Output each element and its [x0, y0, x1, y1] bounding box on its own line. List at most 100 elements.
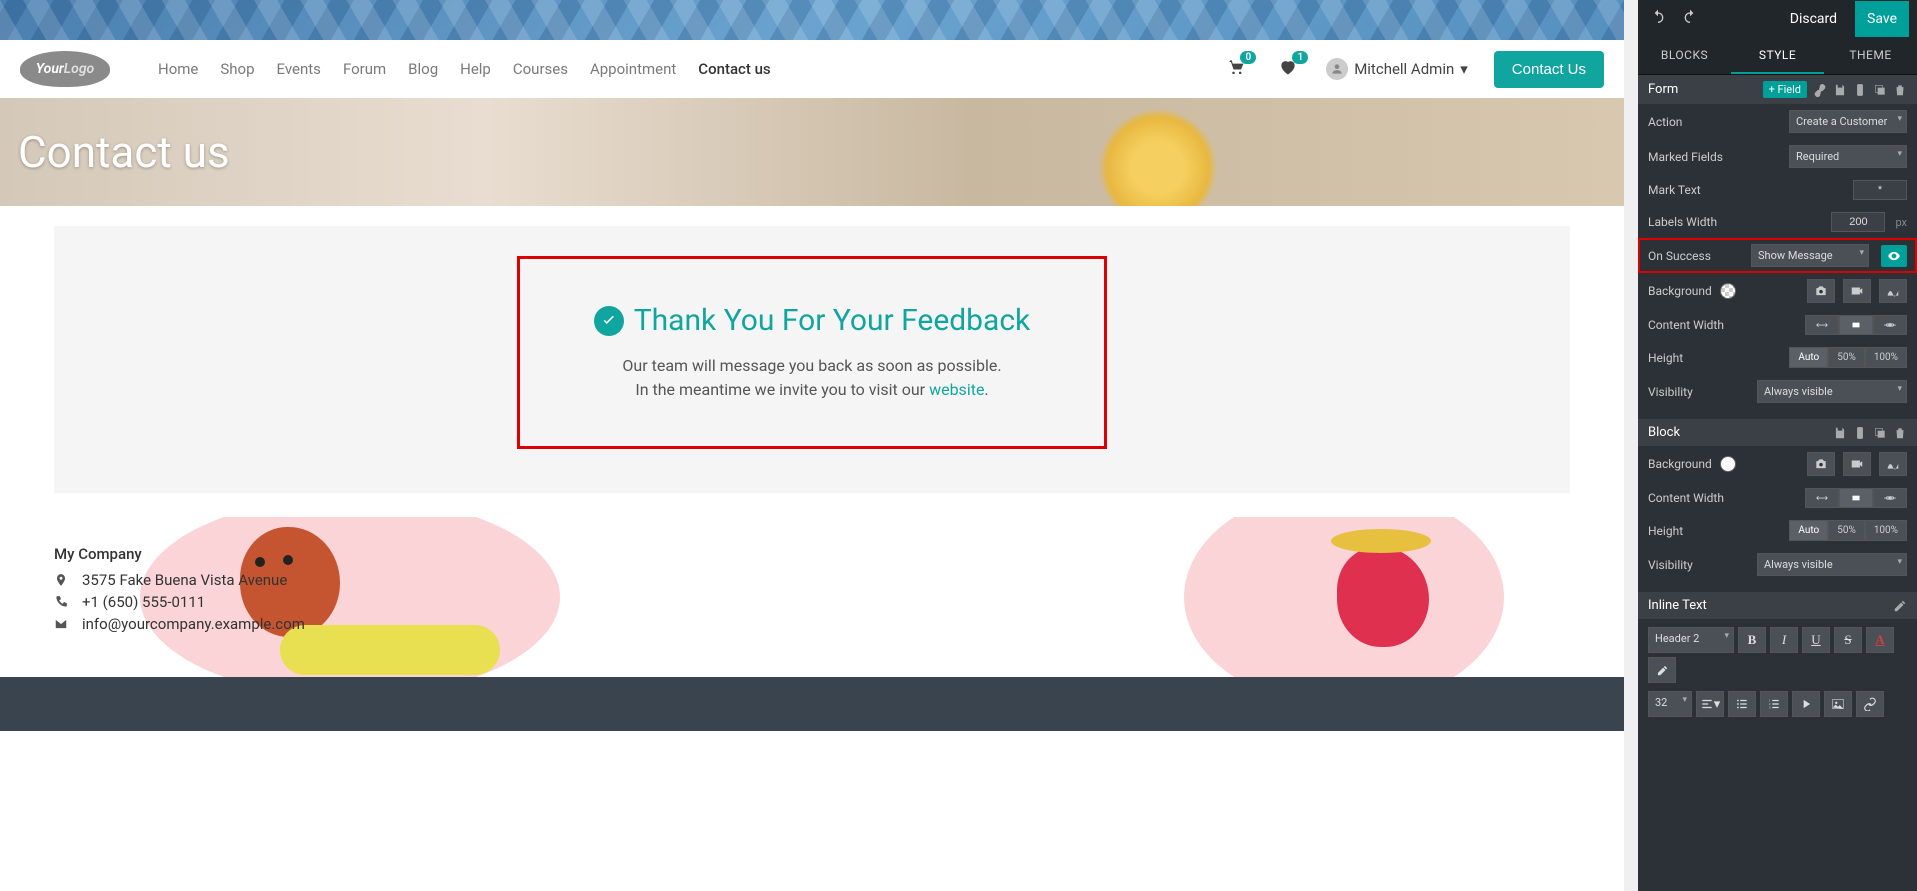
label-block-visibility: Visibility — [1648, 558, 1749, 572]
width-narrow-button[interactable] — [1805, 315, 1839, 335]
bg-image-button[interactable] — [1807, 279, 1835, 303]
strikethrough-button[interactable]: S — [1834, 627, 1862, 653]
block-bg-image-button[interactable] — [1807, 452, 1835, 476]
undo-button[interactable] — [1646, 5, 1670, 33]
input-labels-width[interactable] — [1831, 212, 1885, 232]
ordered-list-button[interactable]: 123 — [1760, 691, 1788, 717]
select-form-visibility[interactable]: Always visible — [1757, 380, 1907, 403]
trash-icon[interactable] — [1893, 83, 1907, 97]
nav-help[interactable]: Help — [460, 60, 491, 78]
mobile-icon[interactable] — [1853, 83, 1867, 97]
highlight-button[interactable] — [1648, 657, 1676, 683]
input-mark-text[interactable] — [1853, 180, 1907, 200]
block-height-50-button[interactable]: 50% — [1828, 520, 1865, 541]
block-width-narrow-button[interactable] — [1805, 488, 1839, 508]
insert-image-button[interactable] — [1824, 691, 1852, 717]
user-avatar-icon — [1326, 58, 1348, 80]
block-bg-shape-button[interactable] — [1879, 452, 1907, 476]
site-logo[interactable]: YourLogo — [20, 51, 110, 87]
form-content-width-toggles — [1805, 315, 1907, 335]
block-background-swatch[interactable] — [1720, 456, 1736, 472]
link-icon-tb — [1863, 697, 1877, 711]
nav-courses[interactable]: Courses — [513, 60, 568, 78]
select-on-success[interactable]: Show Message — [1751, 244, 1869, 267]
save-block-icon-2[interactable] — [1833, 426, 1847, 440]
height-100-button[interactable]: 100% — [1865, 347, 1907, 368]
select-block-visibility[interactable]: Always visible — [1757, 553, 1907, 576]
align-button[interactable]: ▾ — [1696, 691, 1724, 717]
section-header-block: Block — [1638, 419, 1917, 446]
nav-contactus[interactable]: Contact us — [698, 60, 770, 78]
section-form-title: Form — [1648, 82, 1678, 97]
link-icon[interactable] — [1813, 83, 1827, 97]
hero-banner — [0, 0, 1624, 40]
copy-icon[interactable] — [1873, 83, 1887, 97]
width-full-button[interactable] — [1873, 315, 1907, 335]
width-boxed-button[interactable] — [1839, 315, 1873, 335]
bg-video-button[interactable] — [1843, 279, 1871, 303]
form-block[interactable]: Thank You For Your Feedback Our team wil… — [54, 226, 1570, 493]
edit-icon[interactable] — [1893, 599, 1907, 613]
select-marked-fields[interactable]: Required — [1789, 145, 1907, 168]
user-menu[interactable]: Mitchell Admin ▾ — [1326, 58, 1468, 80]
video-icon — [1850, 457, 1864, 471]
contact-us-button[interactable]: Contact Us — [1494, 51, 1604, 88]
video-icon — [1850, 284, 1864, 298]
save-block-icon[interactable] — [1833, 83, 1847, 97]
unordered-list-button[interactable] — [1728, 691, 1756, 717]
canvas-scrollbar[interactable] — [1624, 0, 1638, 891]
align-icon — [1700, 697, 1714, 711]
nav-home[interactable]: Home — [158, 60, 198, 78]
envelope-icon — [54, 617, 68, 631]
mobile-icon-2[interactable] — [1853, 426, 1867, 440]
success-line2-pre: In the meantime we invite you to visit o… — [635, 380, 929, 399]
media-button[interactable] — [1792, 691, 1820, 717]
label-form-height: Height — [1648, 351, 1781, 365]
success-title[interactable]: Thank You For Your Feedback — [594, 303, 1031, 338]
caret-down-icon: ▾ — [1460, 60, 1468, 78]
nav-forum[interactable]: Forum — [343, 60, 386, 78]
select-font-size[interactable]: 32 — [1648, 691, 1692, 717]
success-message-box[interactable]: Thank You For Your Feedback Our team wil… — [517, 256, 1107, 449]
underline-button[interactable]: U — [1802, 627, 1830, 653]
save-button[interactable]: Save — [1855, 1, 1909, 37]
cart-button[interactable]: 0 — [1226, 57, 1246, 81]
nav-appointment[interactable]: Appointment — [590, 60, 676, 78]
nav-blog[interactable]: Blog — [408, 60, 438, 78]
bold-button[interactable]: B — [1738, 627, 1766, 653]
italic-button[interactable]: I — [1770, 627, 1798, 653]
redo-button[interactable] — [1678, 5, 1702, 33]
tab-style[interactable]: STYLE — [1731, 38, 1824, 74]
block-width-boxed-button[interactable] — [1839, 488, 1873, 508]
nav-events[interactable]: Events — [277, 60, 321, 78]
block-height-100-button[interactable]: 100% — [1865, 520, 1907, 541]
block-bg-video-button[interactable] — [1843, 452, 1871, 476]
website-canvas[interactable]: YourLogo Home Shop Events Forum Blog Hel… — [0, 0, 1624, 891]
form-background-swatch[interactable] — [1720, 283, 1736, 299]
block-width-full-button[interactable] — [1873, 488, 1907, 508]
preview-message-button[interactable] — [1881, 245, 1907, 267]
label-form-content-width: Content Width — [1648, 318, 1797, 332]
wishlist-button[interactable]: 1 — [1278, 57, 1298, 81]
page-header: Contact us — [0, 98, 1624, 206]
tab-blocks[interactable]: BLOCKS — [1638, 38, 1731, 74]
trash-icon-2[interactable] — [1893, 426, 1907, 440]
nav-shop[interactable]: Shop — [220, 60, 254, 78]
tab-theme[interactable]: THEME — [1824, 38, 1917, 74]
check-circle-icon — [594, 306, 624, 336]
select-heading[interactable]: Header 2 — [1648, 627, 1734, 653]
label-block-content-width: Content Width — [1648, 491, 1797, 505]
cart-count-badge: 0 — [1240, 51, 1256, 64]
bg-shape-button[interactable] — [1879, 279, 1907, 303]
height-auto-button[interactable]: Auto — [1789, 347, 1828, 368]
height-50-button[interactable]: 50% — [1828, 347, 1865, 368]
discard-button[interactable]: Discard — [1780, 3, 1847, 35]
insert-link-button[interactable] — [1856, 691, 1884, 717]
font-color-button[interactable]: A — [1866, 627, 1894, 653]
add-field-button[interactable]: + Field — [1763, 81, 1807, 98]
success-subtext[interactable]: Our team will message you back as soon a… — [540, 354, 1084, 402]
website-link[interactable]: website — [929, 380, 984, 399]
copy-icon-2[interactable] — [1873, 426, 1887, 440]
block-height-auto-button[interactable]: Auto — [1789, 520, 1828, 541]
select-action[interactable]: Create a Customer — [1789, 110, 1907, 133]
